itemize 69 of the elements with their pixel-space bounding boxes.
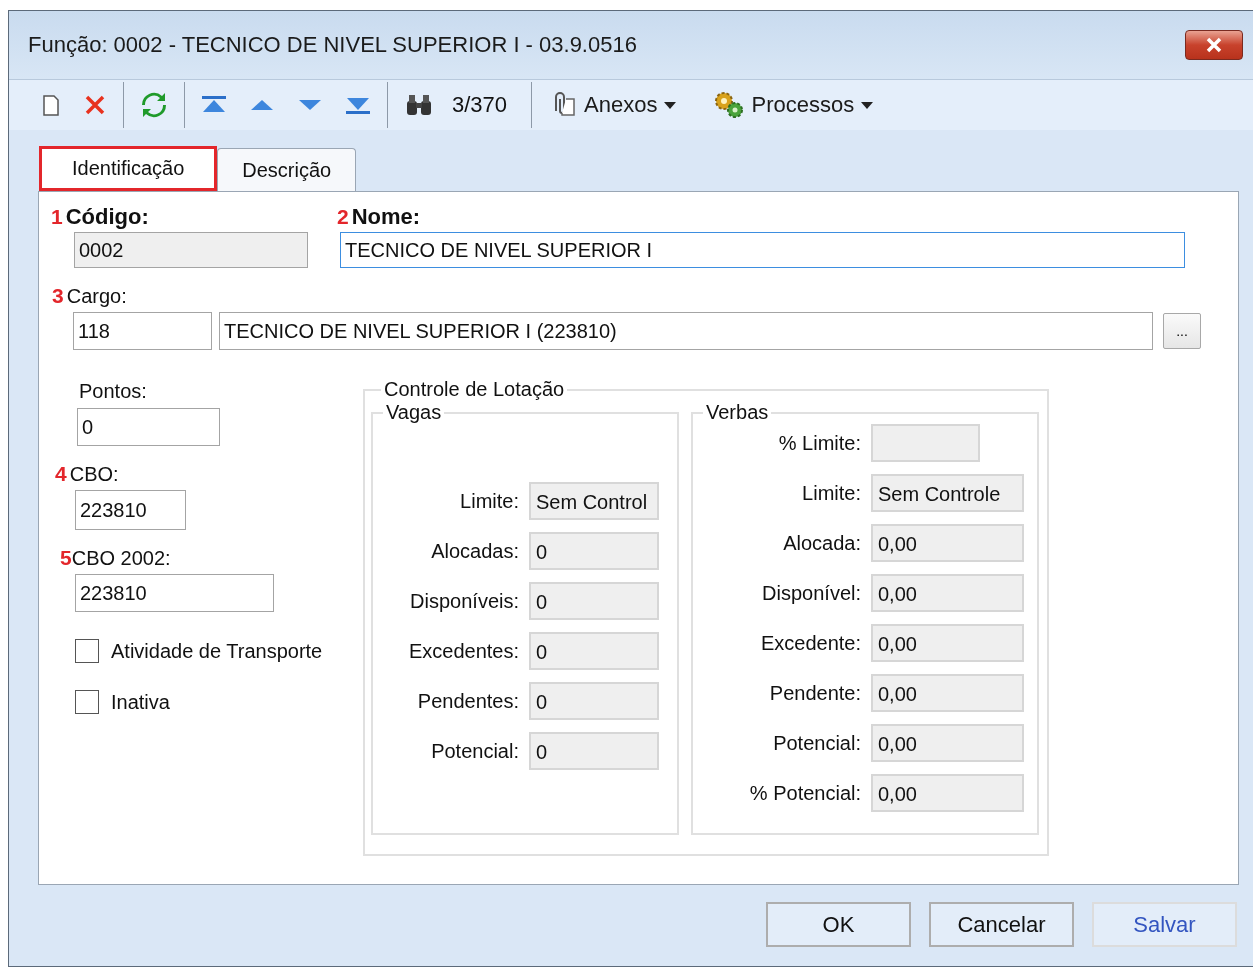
readonly-field: 0,00 — [871, 624, 1024, 662]
field-label: CBO: — [69, 463, 119, 486]
caret-icon — [663, 100, 678, 110]
group-title: Controle de Lotação — [383, 378, 566, 401]
position-description-field[interactable]: TECNICO DE NIVEL SUPERIOR I (223810) — [219, 312, 1153, 350]
tab[interactable]: Descrição — [217, 148, 357, 191]
readonly-field: 0 — [529, 532, 659, 570]
record-counter: 3/370 — [452, 92, 508, 118]
tab[interactable]: Identificação — [39, 146, 218, 191]
readonly-field: 0 — [529, 632, 659, 670]
field-label: Alocada: — [782, 531, 861, 555]
annotation-number: 4 — [55, 462, 67, 486]
readonly-field: 0,00 — [871, 674, 1024, 712]
field-label: Pendentes: — [416, 689, 519, 713]
cbo-2002-field[interactable]: 223810 — [75, 574, 274, 612]
annotation-number: 5 — [60, 546, 72, 570]
field-label: Pendente: — [768, 681, 861, 705]
field-label: Excedente: — [759, 631, 861, 655]
readonly-field: 0 — [529, 582, 659, 620]
field-label: Excedentes: — [407, 639, 519, 663]
field-label: Potencial: — [772, 731, 861, 755]
readonly-field: 0,00 — [871, 774, 1024, 812]
lookup-button[interactable]: ... — [1163, 313, 1201, 349]
toolbar-menu-button[interactable]: Processos — [705, 88, 883, 122]
refresh-icon — [140, 91, 168, 119]
binoculars-icon — [404, 92, 434, 118]
field-label: Limite: — [459, 489, 519, 513]
group-title: Verbas — [705, 401, 770, 424]
readonly-field: Sem Control — [529, 482, 659, 520]
name-field[interactable]: TECNICO DE NIVEL SUPERIOR I — [340, 232, 1185, 268]
readonly-field: 0 — [529, 732, 659, 770]
field-label: Disponíveis: — [409, 589, 519, 613]
delete-icon — [83, 93, 107, 117]
checkbox-label: Atividade de Transporte — [111, 639, 323, 663]
field-label: % Potencial: — [748, 781, 861, 805]
checkbox[interactable] — [75, 690, 99, 714]
checkbox-label: Inativa — [111, 690, 170, 714]
toolbar-menu-button[interactable]: Anexos — [540, 89, 686, 121]
points-field[interactable]: 0 — [77, 408, 220, 446]
field-label: Código: — [65, 204, 149, 230]
field-label: % Limite: — [777, 431, 861, 455]
annotation-number: 2 — [337, 205, 349, 229]
readonly-field: 0,00 — [871, 724, 1024, 762]
field-label: Limite: — [801, 481, 861, 505]
field-label: CBO 2002: — [71, 547, 171, 570]
field-label: Pontos: — [79, 380, 148, 404]
field-label: Nome: — [351, 204, 421, 230]
gears-icon — [713, 90, 746, 120]
readonly-field: Sem Controle — [871, 474, 1024, 512]
readonly-field: 0,00 — [871, 524, 1024, 562]
dialog-button[interactable]: Cancelar — [929, 902, 1074, 947]
close-button[interactable] — [1185, 30, 1243, 60]
field-label: Cargo: — [66, 285, 127, 308]
code-field[interactable]: 0002 — [74, 232, 308, 268]
checkbox[interactable] — [75, 639, 99, 663]
field-label: Alocadas: — [430, 539, 519, 563]
window-title: Função: 0002 - TECNICO DE NIVEL SUPERIOR I - 03.9.0516 — [28, 32, 637, 58]
annotation-number: 3 — [52, 284, 64, 308]
field-label: Disponível: — [761, 581, 861, 605]
dialog-button[interactable]: OK — [766, 902, 911, 947]
cbo-field[interactable]: 223810 — [75, 490, 186, 530]
annotation-number: 1 — [51, 205, 63, 229]
readonly-field: 0,00 — [871, 574, 1024, 612]
position-code-field[interactable]: 118 — [73, 312, 212, 350]
readonly-field: 0 — [529, 682, 659, 720]
group-title: Vagas — [385, 401, 443, 424]
caret-icon — [860, 100, 875, 110]
field-label: Potencial: — [430, 739, 519, 763]
document-icon — [41, 93, 61, 117]
